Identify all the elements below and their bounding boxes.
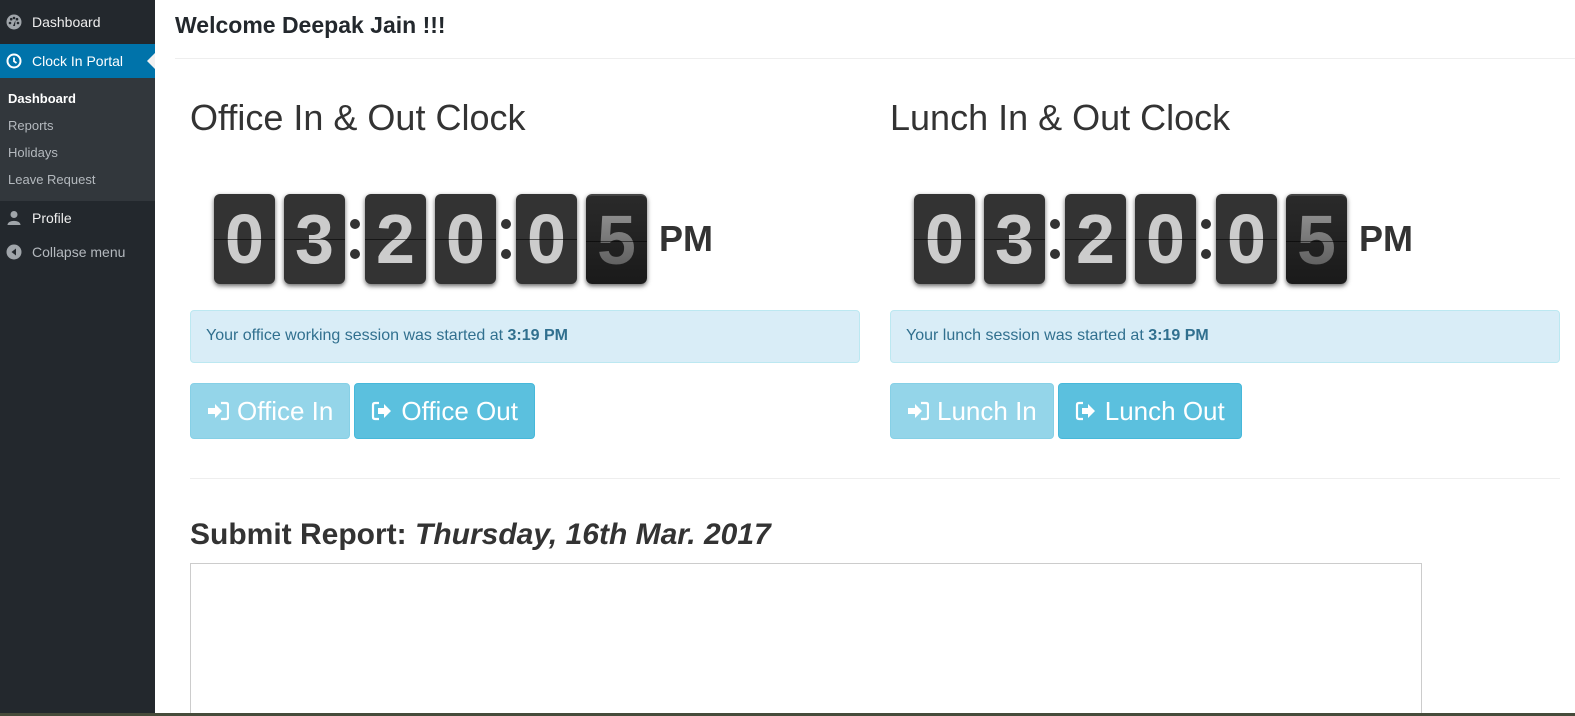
office-session-alert: Your office working session was started …: [190, 310, 860, 363]
ampm-indicator: PM: [1359, 218, 1413, 259]
hour-ones-digit: 3: [284, 194, 345, 284]
submenu-item-reports[interactable]: Reports: [0, 112, 155, 139]
collapse-menu-button[interactable]: Collapse menu: [0, 235, 155, 269]
minute-ones-digit: 0: [435, 194, 496, 284]
office-out-button[interactable]: Office Out: [354, 383, 535, 439]
clock-separator: [345, 194, 365, 284]
sign-out-icon: [1075, 401, 1097, 421]
lunch-clock-section: Lunch In & Out Clock 0 3 2 0 0 5 PM Your…: [890, 96, 1560, 439]
submenu: Dashboard Reports Holidays Leave Request: [0, 78, 155, 201]
office-button-group: Office In Office Out: [190, 383, 539, 439]
button-label: Lunch In: [937, 395, 1037, 426]
page: Dashboard Clock In Portal Dashboard Repo…: [0, 0, 1575, 716]
hour-tens-digit: 0: [914, 194, 975, 284]
office-flip-clock: 0 3 2 0 0 5 PM: [214, 193, 713, 285]
submenu-item-leave-request[interactable]: Leave Request: [0, 166, 155, 193]
submit-report-heading: Submit Report: Thursday, 16th Mar. 2017: [190, 518, 771, 552]
welcome-heading: Welcome Deepak Jain !!!: [175, 12, 446, 38]
clock-separator: [496, 194, 516, 284]
minute-ones-digit: 0: [1135, 194, 1196, 284]
minute-tens-digit: 2: [1065, 194, 1126, 284]
lunch-flip-clock: 0 3 2 0 0 5 PM: [914, 193, 1413, 285]
divider: [190, 478, 1560, 479]
second-ones-digit: 5: [1286, 194, 1347, 284]
sign-out-icon: [371, 401, 393, 421]
collapse-arrow-icon: [5, 243, 23, 261]
divider: [175, 58, 1575, 59]
clock-separator: [1196, 194, 1216, 284]
alert-time: 3:19 PM: [507, 327, 568, 344]
office-in-button[interactable]: Office In: [190, 383, 351, 439]
alert-time: 3:19 PM: [1148, 327, 1209, 344]
sidebar-item-label: Profile: [32, 210, 72, 226]
report-date: Thursday, 16th Mar. 2017: [415, 518, 771, 551]
button-label: Lunch Out: [1104, 395, 1225, 426]
clock-separator: [1045, 194, 1065, 284]
sidebar-item-label: Collapse menu: [32, 244, 126, 260]
minute-tens-digit: 2: [365, 194, 426, 284]
hour-tens-digit: 0: [214, 194, 275, 284]
sign-in-icon: [907, 401, 929, 421]
alert-text: Your lunch session was started at: [906, 327, 1149, 344]
dashboard-gauge-icon: [5, 13, 23, 31]
lunch-session-alert: Your lunch session was started at 3:19 P…: [890, 310, 1560, 363]
lunch-out-button[interactable]: Lunch Out: [1057, 383, 1242, 439]
lunch-clock-title: Lunch In & Out Clock: [890, 97, 1231, 138]
submenu-item-dashboard[interactable]: Dashboard: [0, 85, 155, 112]
second-ones-digit: 5: [586, 194, 647, 284]
admin-sidebar: Dashboard Clock In Portal Dashboard Repo…: [0, 0, 155, 713]
ampm-indicator: PM: [659, 218, 713, 259]
alert-text: Your office working session was started …: [206, 327, 508, 344]
office-clock-section: Office In & Out Clock 0 3 2 0 0 5 PM You…: [190, 96, 860, 439]
button-label: Office Out: [401, 395, 518, 426]
hour-ones-digit: 3: [984, 194, 1045, 284]
submenu-item-holidays[interactable]: Holidays: [0, 139, 155, 166]
sidebar-item-label: Clock In Portal: [32, 53, 124, 69]
sidebar-item-profile[interactable]: Profile: [0, 201, 155, 235]
report-label: Submit Report:: [190, 518, 415, 551]
clock-icon: [5, 52, 23, 70]
sidebar-item-dashboard[interactable]: Dashboard: [0, 0, 155, 44]
sign-in-icon: [207, 401, 229, 421]
main-content: Welcome Deepak Jain !!! Office In & Out …: [175, 0, 1575, 716]
user-icon: [5, 209, 23, 227]
sidebar-item-label: Dashboard: [32, 14, 101, 30]
second-tens-digit: 0: [516, 194, 577, 284]
report-textarea[interactable]: [190, 563, 1422, 716]
office-clock-title: Office In & Out Clock: [190, 97, 526, 138]
sidebar-item-clock-in-portal[interactable]: Clock In Portal: [0, 44, 155, 78]
second-tens-digit: 0: [1216, 194, 1277, 284]
lunch-in-button[interactable]: Lunch In: [890, 383, 1054, 439]
button-label: Office In: [237, 395, 334, 426]
lunch-button-group: Lunch In Lunch Out: [890, 383, 1246, 439]
